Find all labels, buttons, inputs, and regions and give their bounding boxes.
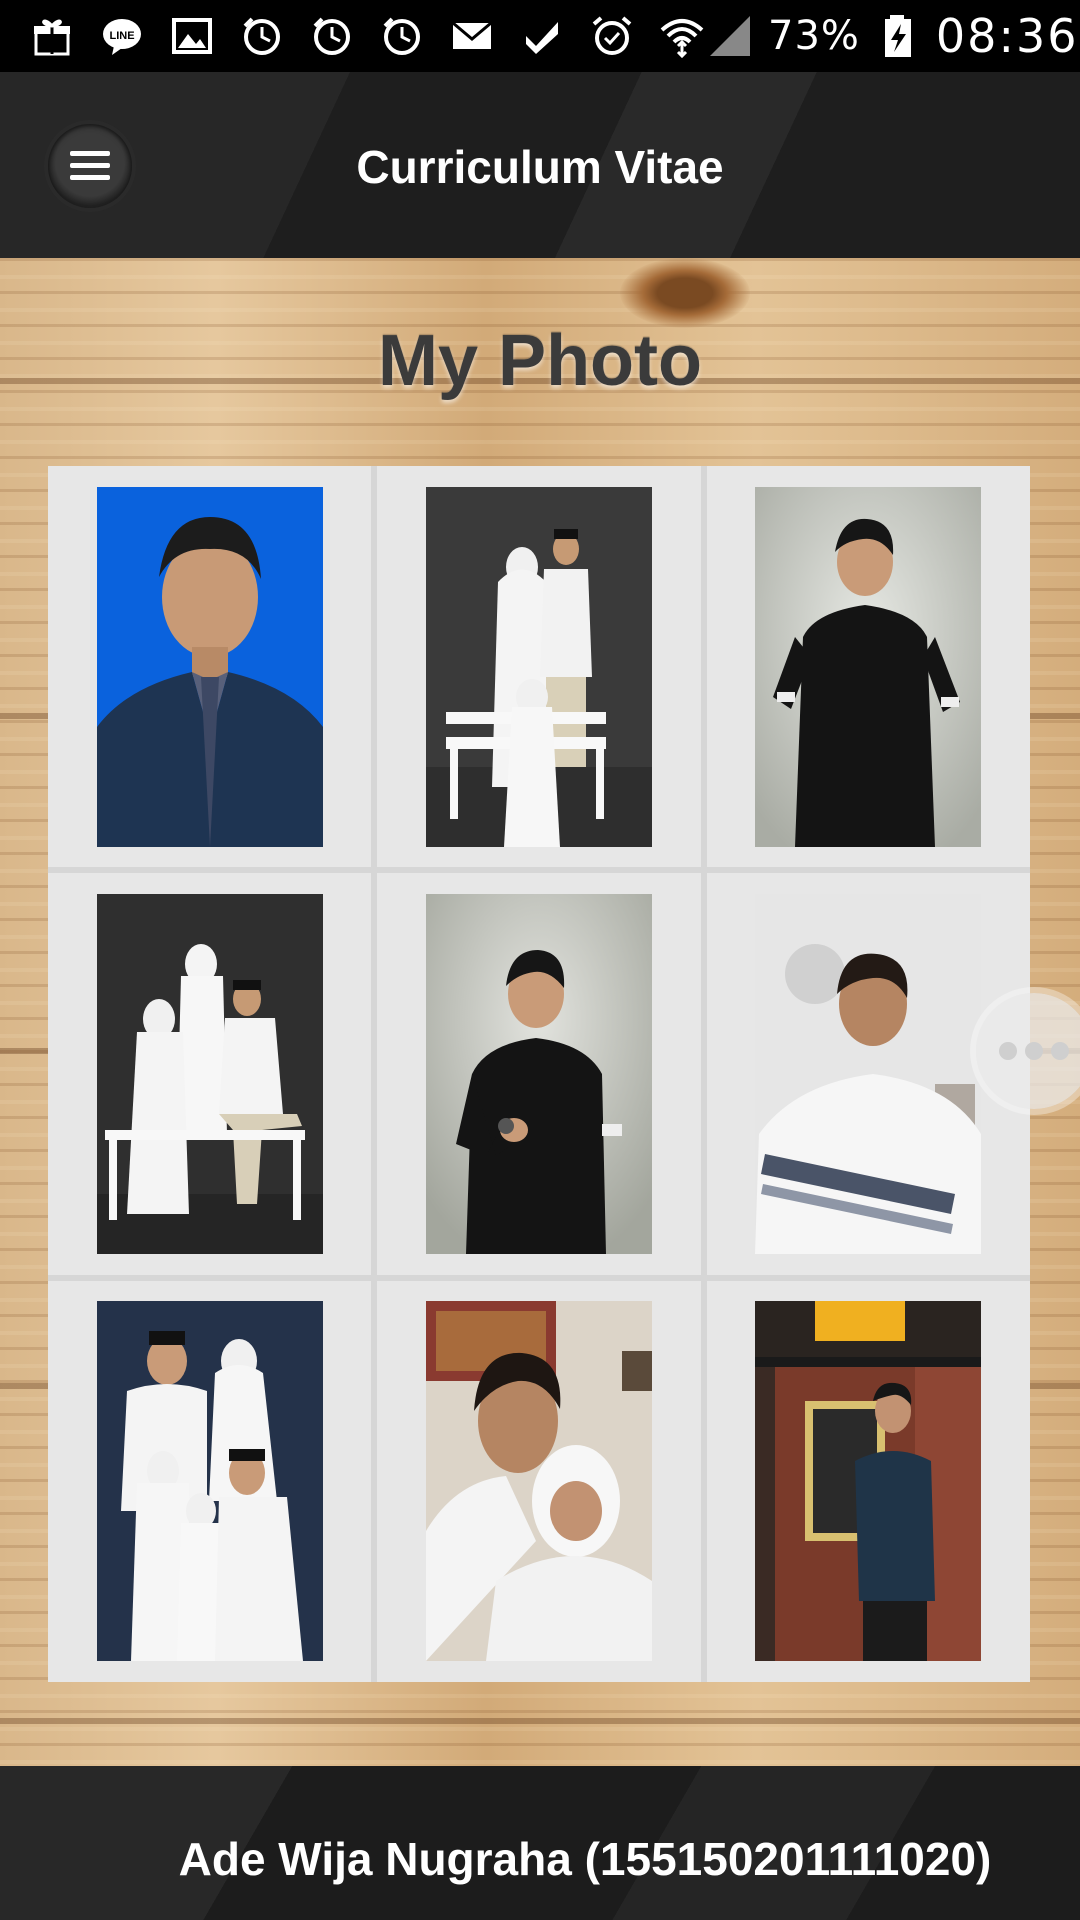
battery-percentage: 73%: [768, 13, 860, 59]
image-icon: [168, 12, 216, 60]
task-check-icon: [518, 12, 566, 60]
gallery-cell[interactable]: [48, 1280, 372, 1682]
floating-assistive-button[interactable]: [976, 993, 1080, 1109]
gallery-cell[interactable]: [706, 466, 1030, 868]
footer: Ade Wija Nugraha (155150201111020): [0, 1766, 1080, 1920]
gallery-cell[interactable]: [48, 873, 372, 1275]
photo-thumbnail[interactable]: [755, 486, 982, 847]
gallery-cell[interactable]: [377, 1280, 701, 1682]
dot-icon: [1025, 1042, 1043, 1060]
wifi-icon: [658, 12, 706, 60]
alarm-clock-icon: [378, 12, 426, 60]
dot-icon: [999, 1042, 1017, 1060]
clock: 08:36: [935, 9, 1079, 63]
author-name: Ade Wija Nugraha (155150201111020): [178, 1833, 992, 1885]
photo-thumbnail[interactable]: [755, 893, 982, 1254]
photo-thumbnail[interactable]: [425, 1301, 652, 1662]
signal-icon: [706, 12, 754, 60]
alarm-clock-icon: [238, 12, 286, 60]
photo-thumbnail[interactable]: [425, 486, 652, 847]
photo-gallery: [48, 466, 1030, 1682]
dot-icon: [1051, 1042, 1069, 1060]
status-bar: LINE 73% 08:36: [0, 0, 1080, 72]
gallery-cell[interactable]: [377, 466, 701, 868]
alarm-icon: [588, 12, 636, 60]
gallery-cell[interactable]: [48, 466, 372, 868]
photo-thumbnail[interactable]: [96, 486, 323, 847]
photo-thumbnail[interactable]: [96, 893, 323, 1254]
app-title: Curriculum Vitae: [356, 141, 724, 193]
line-icon: LINE: [98, 12, 146, 60]
battery-charging-icon: [874, 12, 922, 60]
svg-text:LINE: LINE: [109, 30, 134, 42]
content-area: My Photo: [0, 258, 1080, 1766]
page-heading: My Photo: [378, 321, 702, 401]
photo-thumbnail[interactable]: [755, 1301, 982, 1662]
gallery-cell[interactable]: [706, 1280, 1030, 1682]
wood-knot-decoration: [620, 258, 750, 328]
app-bar: Curriculum Vitae: [0, 72, 1080, 258]
gift-icon: [28, 12, 76, 60]
photo-thumbnail[interactable]: [425, 893, 652, 1254]
alarm-clock-icon: [308, 12, 356, 60]
gallery-cell[interactable]: [377, 873, 701, 1275]
mail-icon: [448, 12, 496, 60]
photo-thumbnail[interactable]: [96, 1301, 323, 1662]
